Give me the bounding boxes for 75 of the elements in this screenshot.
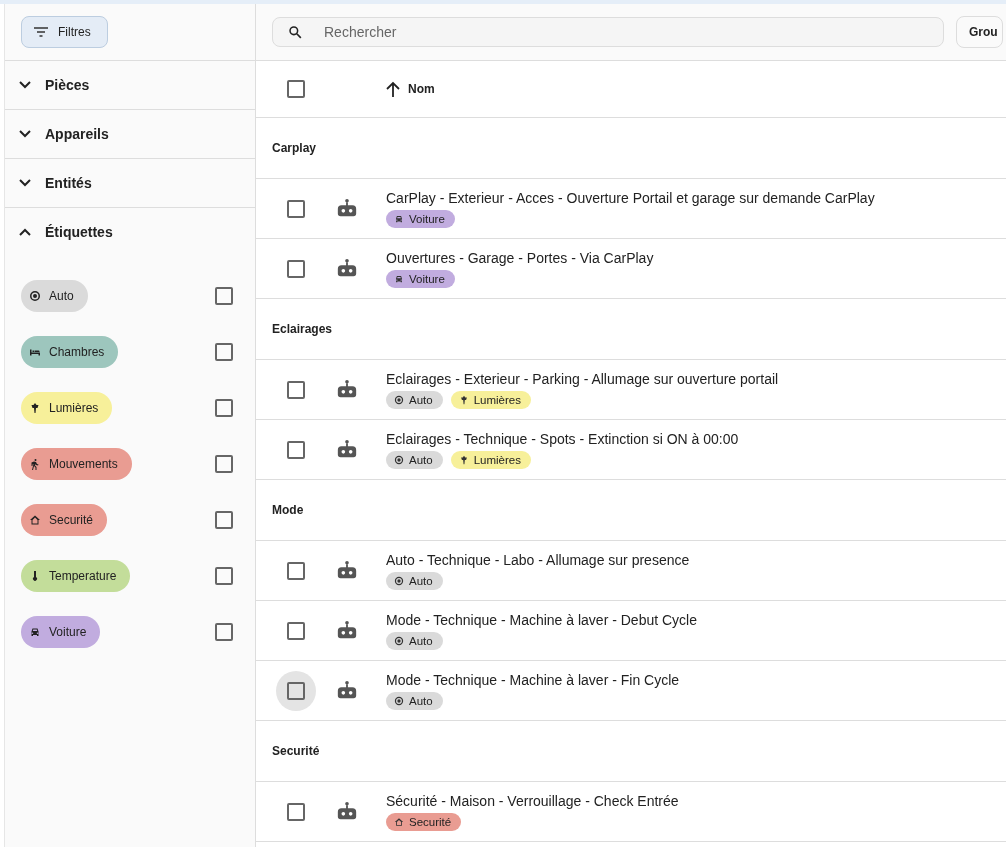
group-title: Mode	[272, 503, 304, 517]
target-icon	[394, 575, 404, 586]
automation-name[interactable]: CarPlay - Exterieur - Acces - Ouverture Portail et garage sur demande CarPlay	[386, 189, 875, 206]
search-icon	[288, 25, 302, 39]
filter-section-header[interactable]: Entités	[5, 159, 255, 208]
target-icon	[394, 394, 404, 405]
checkbox[interactable]	[215, 399, 233, 417]
row-checkbox[interactable]	[287, 561, 305, 580]
lamp-icon	[29, 402, 41, 414]
label-chip: Voiture	[386, 209, 455, 228]
label-chip: Mouvements	[21, 448, 132, 480]
row-checkbox[interactable]	[287, 621, 305, 640]
target-icon	[394, 695, 404, 706]
label-chip: Lumières	[450, 450, 531, 469]
label-chip: Securité	[21, 504, 108, 536]
lamp-icon	[458, 394, 469, 405]
automation-name[interactable]: Eclairages - Exterieur - Parking - Allumage sur ouverture portail	[386, 370, 779, 387]
arrow-up-icon	[386, 81, 400, 97]
row-checkbox[interactable]	[287, 802, 305, 821]
automation-name[interactable]: Eclairages - Technique - Spots - Extinction si ON à 00:00	[386, 430, 739, 447]
label-chip: Temperature	[21, 560, 131, 592]
target-icon	[394, 454, 404, 465]
chevron-up-icon	[19, 228, 31, 236]
house-icon	[394, 816, 404, 827]
checkbox[interactable]	[215, 623, 233, 641]
group-title: Eclairages	[272, 322, 333, 336]
group-title: Securité	[272, 744, 320, 758]
label-chip: Auto	[386, 631, 443, 650]
label-chip: Voiture	[386, 269, 455, 288]
checkbox[interactable]	[215, 343, 233, 361]
label-chip: Chambres	[21, 336, 119, 368]
filter-icon	[34, 27, 48, 37]
search-field[interactable]: Rechercher	[272, 17, 944, 47]
walking-person-icon	[29, 458, 41, 470]
car-icon	[394, 213, 404, 224]
target-icon	[394, 635, 404, 646]
filter-section-header[interactable]: Étiquettes	[5, 208, 255, 256]
house-icon	[29, 514, 41, 526]
automation-name[interactable]: Mode - Technique - Machine à laver - Fin Cycle	[386, 671, 680, 688]
car-icon	[29, 626, 41, 638]
row-checkbox[interactable]	[287, 380, 305, 399]
filter-section-header[interactable]: Pièces	[5, 61, 255, 110]
checkbox[interactable]	[215, 567, 233, 585]
automation-name[interactable]: Sécurité - Maison - Verrouillage - Check Entrée	[386, 792, 679, 809]
select-all-checkbox[interactable]	[287, 80, 305, 98]
row-checkbox[interactable]	[287, 440, 305, 459]
label-chip: Auto	[21, 280, 88, 312]
automation-name[interactable]: Auto - Technique - Labo - Allumage sur presence	[386, 551, 690, 568]
name-column-header[interactable]: Nom	[386, 81, 435, 97]
chevron-down-icon	[19, 81, 31, 89]
target-icon	[29, 290, 41, 302]
group-title: Carplay	[272, 141, 317, 155]
label-chip: Auto	[386, 390, 443, 409]
group-button[interactable]: Grou	[956, 16, 1003, 48]
lamp-icon	[458, 454, 469, 465]
car-icon	[394, 273, 404, 284]
automation-name[interactable]: Mode - Technique - Machine à laver - Debut Cycle	[386, 611, 697, 628]
checkbox[interactable]	[215, 455, 233, 473]
row-checkbox[interactable]	[287, 259, 305, 278]
row-checkbox[interactable]	[287, 199, 305, 218]
label-chip: Securité	[386, 812, 462, 831]
chevron-down-icon	[19, 130, 31, 138]
filters-button[interactable]: Filtres	[21, 16, 108, 48]
label-chip: Lumières	[21, 392, 113, 424]
checkbox[interactable]	[215, 511, 233, 529]
label-chip: Auto	[386, 450, 443, 469]
chevron-down-icon	[19, 179, 31, 187]
filter-section-header[interactable]: Appareils	[5, 110, 255, 159]
label-chip: Auto	[386, 691, 443, 710]
label-chip: Lumières	[450, 390, 531, 409]
row-checkbox[interactable]	[287, 681, 305, 700]
automation-name[interactable]: Ouvertures - Garage - Portes - Via CarPlay	[386, 249, 654, 266]
checkbox[interactable]	[215, 287, 233, 305]
label-chip: Voiture	[21, 616, 101, 648]
label-chip: Auto	[386, 571, 443, 590]
